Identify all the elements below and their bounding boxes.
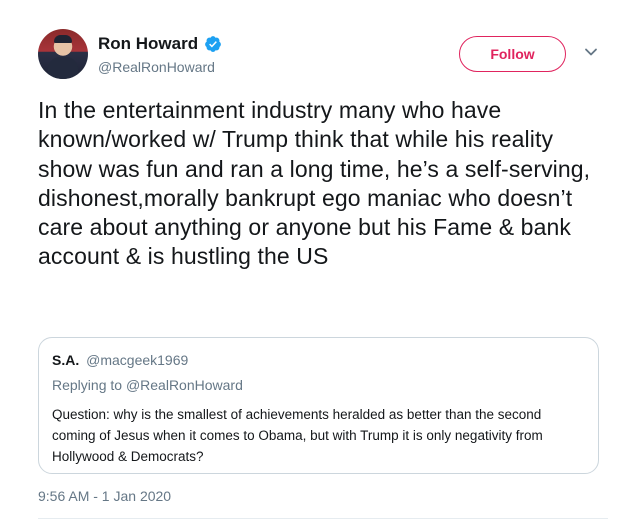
author-handle[interactable]: @RealRonHoward	[98, 59, 222, 75]
quoted-tweet-text: Question: why is the smallest of achieve…	[52, 407, 543, 464]
author-name[interactable]: Ron Howard	[98, 34, 198, 54]
tweet-timestamp[interactable]: 9:56 AM - 1 Jan 2020	[38, 488, 171, 505]
quoted-tweet-header: S.A. @macgeek1969	[52, 352, 188, 369]
tweet-header: Ron Howard @RealRonHoward Follow	[38, 29, 608, 79]
replying-prefix: Replying to	[52, 377, 123, 393]
follow-button[interactable]: Follow	[459, 36, 566, 72]
verified-badge-icon	[205, 36, 221, 52]
avatar-body	[48, 57, 78, 79]
quoted-tweet[interactable]: S.A. @macgeek1969 Replying to @RealRonHo…	[38, 337, 599, 474]
quoted-replying-to: Replying to @RealRonHoward	[52, 377, 243, 394]
author-name-row: Ron Howard	[98, 34, 222, 54]
quoted-author-name: S.A.	[52, 352, 80, 368]
avatar-cap	[54, 35, 72, 43]
tweet-text: In the entertainment industry many who h…	[38, 97, 591, 270]
avatar[interactable]	[38, 29, 88, 79]
divider	[38, 518, 608, 519]
author-info: Ron Howard @RealRonHoward	[98, 34, 222, 75]
chevron-down-icon[interactable]	[584, 45, 598, 59]
replying-to-handle[interactable]: @RealRonHoward	[126, 377, 243, 393]
quoted-author-handle: @macgeek1969	[86, 352, 189, 368]
